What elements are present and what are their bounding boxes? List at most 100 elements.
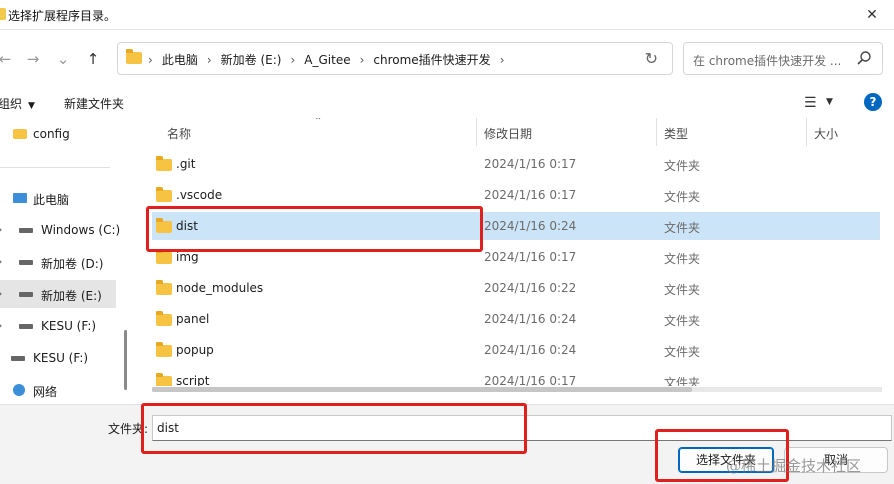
sidebar-scrollbar[interactable]	[124, 330, 127, 390]
folder-icon	[156, 249, 172, 264]
file-type: 文件夹	[664, 252, 701, 266]
file-row[interactable]: panel 2024/1/16 0:24 文件夹	[152, 305, 880, 333]
horizontal-scrollbar[interactable]	[152, 387, 882, 392]
sidebar-item-drive-f-2[interactable]: KESU (F:)	[0, 344, 116, 372]
sidebar-item-drive-e[interactable]: › 新加卷 (E:)	[0, 280, 116, 308]
chevron-right-icon[interactable]: ›	[290, 53, 295, 67]
organize-button[interactable]: 组织 ▼	[0, 95, 35, 112]
folder-icon	[156, 218, 172, 233]
breadcrumb-item[interactable]: chrome插件快速开发	[373, 51, 490, 68]
column-header-type[interactable]: 类型	[664, 125, 688, 142]
sidebar-item-drive-c[interactable]: › Windows (C:)	[0, 216, 120, 244]
close-icon[interactable]: ✕	[858, 4, 886, 26]
breadcrumb-item[interactable]: 新加卷 (E:)	[221, 51, 282, 68]
folder-icon	[156, 280, 172, 295]
navigation-pane: config 此电脑 › Windows (C:) › 新加卷 (D:) › 新…	[0, 118, 134, 404]
chevron-right-icon[interactable]: ›	[360, 53, 365, 67]
sidebar-item-label: 网络	[33, 385, 58, 399]
column-divider[interactable]	[476, 118, 477, 146]
new-folder-button[interactable]: 新建文件夹	[64, 95, 124, 112]
column-divider[interactable]	[806, 118, 807, 146]
chevron-right-icon[interactable]: ›	[0, 287, 2, 300]
view-options-icon[interactable]: ☰	[804, 95, 817, 111]
file-name: dist	[176, 219, 198, 233]
file-name: script	[176, 374, 210, 386]
sidebar-item-label: 此电脑	[33, 193, 70, 207]
search-placeholder: 在 chrome插件快速开发 ...	[693, 54, 842, 68]
file-date: 2024/1/16 0:17	[484, 250, 577, 264]
folder-field-label: 文件夹:	[108, 422, 149, 436]
file-row[interactable]: node_modules 2024/1/16 0:22 文件夹	[152, 274, 880, 302]
computer-icon	[13, 193, 27, 203]
file-row[interactable]: script 2024/1/16 0:17 文件夹	[152, 367, 880, 386]
file-row[interactable]: popup 2024/1/16 0:24 文件夹	[152, 336, 880, 364]
sidebar-item-network[interactable]: 网络	[0, 376, 116, 404]
divider	[0, 167, 110, 168]
chevron-right-icon[interactable]: ›	[0, 223, 2, 236]
file-type: 文件夹	[664, 376, 701, 386]
file-name: .git	[176, 157, 196, 171]
file-type: 文件夹	[664, 159, 701, 173]
folder-icon	[0, 8, 6, 20]
file-name: panel	[176, 312, 210, 326]
forward-icon[interactable]: →	[22, 48, 44, 70]
folder-icon	[13, 129, 27, 139]
sidebar-item-drive-d[interactable]: › 新加卷 (D:)	[0, 248, 116, 276]
back-icon[interactable]: ←	[0, 48, 16, 70]
sidebar-item-this-pc[interactable]: 此电脑	[0, 184, 116, 212]
column-header-name[interactable]: 名称	[167, 125, 191, 142]
file-name: img	[176, 250, 199, 264]
sidebar-item-label: 新加卷 (E:)	[41, 289, 102, 303]
file-date: 2024/1/16 0:17	[484, 374, 577, 386]
chevron-right-icon[interactable]: ›	[0, 255, 2, 268]
drive-icon	[19, 260, 33, 265]
file-date: 2024/1/16 0:17	[484, 157, 577, 171]
file-row[interactable]: .vscode 2024/1/16 0:17 文件夹	[152, 181, 880, 209]
sidebar-item-label: KESU (F:)	[41, 319, 97, 333]
caret-down-icon[interactable]: ▼	[826, 97, 833, 107]
file-row[interactable]: .git 2024/1/16 0:17 文件夹	[152, 150, 880, 178]
address-bar[interactable]: › 此电脑 › 新加卷 (E:) › A_Gitee › chrome插件快速开…	[117, 42, 673, 75]
breadcrumb-item[interactable]: 此电脑	[162, 51, 198, 68]
file-row-selected[interactable]: dist 2024/1/16 0:24 文件夹	[152, 212, 880, 240]
up-icon[interactable]: ↑	[82, 48, 104, 70]
sidebar-item-label: 新加卷 (D:)	[41, 257, 104, 271]
drive-icon	[19, 292, 33, 297]
column-header-date[interactable]: 修改日期	[484, 125, 532, 142]
help-icon[interactable]: ?	[864, 93, 882, 111]
file-name: .vscode	[176, 188, 223, 202]
chevron-right-icon[interactable]: ›	[0, 319, 2, 332]
drive-icon	[19, 324, 33, 329]
chevron-right-icon[interactable]: ›	[207, 53, 212, 67]
folder-icon	[156, 342, 172, 357]
file-name: popup	[176, 343, 214, 357]
column-divider[interactable]	[656, 118, 657, 146]
chevron-right-icon[interactable]: ›	[500, 53, 505, 67]
file-name: node_modules	[176, 281, 264, 295]
file-type: 文件夹	[664, 314, 701, 328]
file-type: 文件夹	[664, 190, 701, 204]
breadcrumb: › 此电脑 › 新加卷 (E:) › A_Gitee › chrome插件快速开…	[148, 51, 514, 68]
refresh-icon[interactable]: ↻	[645, 49, 658, 68]
command-bar: 组织 ▼ 新建文件夹 ☰ ▼ ?	[0, 86, 894, 118]
organize-label: 组织	[0, 97, 23, 111]
sidebar-item-drive-f[interactable]: › KESU (F:)	[0, 312, 116, 340]
file-date: 2024/1/16 0:24	[484, 343, 577, 357]
file-row[interactable]: img 2024/1/16 0:17 文件夹	[152, 243, 880, 271]
sort-ascending-icon: ⌃	[314, 118, 323, 127]
chevron-right-icon[interactable]: ›	[148, 53, 153, 67]
sidebar-item-config[interactable]: config	[0, 120, 116, 148]
scrollbar-thumb[interactable]	[152, 387, 692, 392]
folder-name-input[interactable]	[152, 415, 892, 441]
sidebar-item-label: KESU (F:)	[33, 351, 89, 365]
breadcrumb-item[interactable]: A_Gitee	[304, 53, 350, 67]
recent-locations-icon[interactable]: ⌄	[52, 48, 74, 70]
windows-drive-icon	[19, 228, 33, 233]
column-header-size[interactable]: 大小	[814, 125, 838, 142]
search-icon[interactable]	[856, 50, 872, 66]
search-input[interactable]: 在 chrome插件快速开发 ...	[683, 42, 883, 75]
folder-icon	[156, 311, 172, 326]
sidebar-item-label: config	[33, 127, 70, 141]
file-type: 文件夹	[664, 283, 701, 297]
network-icon	[13, 384, 25, 396]
